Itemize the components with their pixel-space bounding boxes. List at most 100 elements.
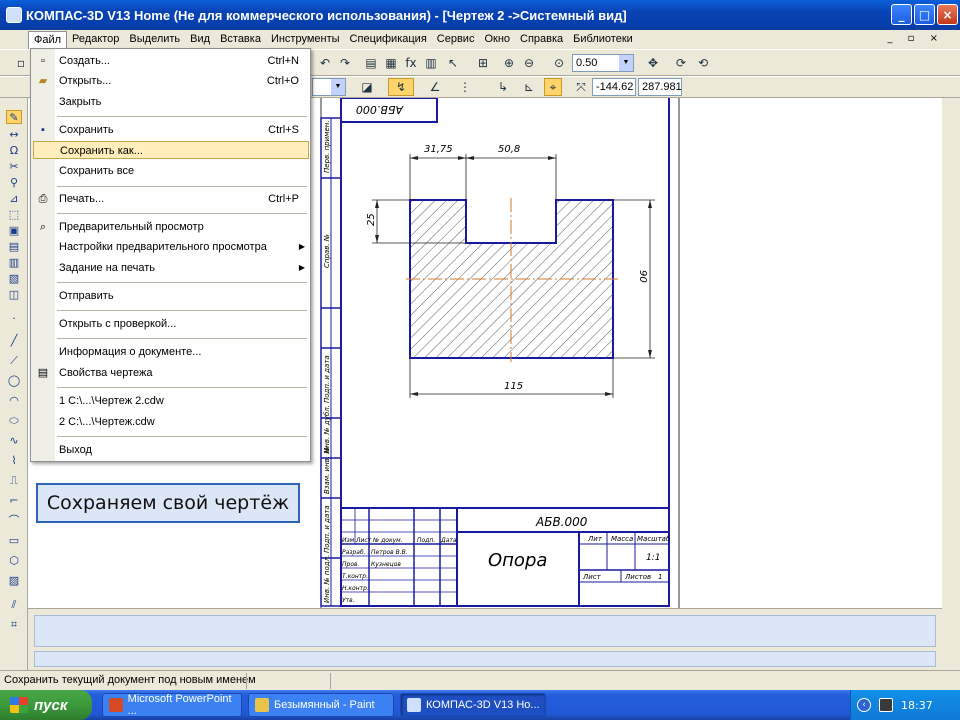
polyline-icon[interactable]: ⌇ — [6, 454, 22, 468]
fx-icon[interactable]: fx — [402, 54, 420, 72]
menu-item-close[interactable]: Закрыть — [33, 93, 309, 111]
insert-panel-icon[interactable]: ▧ — [6, 272, 22, 286]
coord-y-field[interactable]: 287.981 — [638, 78, 682, 96]
close-button[interactable]: × — [937, 4, 958, 25]
rectangle-icon[interactable]: ▭ — [6, 534, 22, 548]
menu-editor[interactable]: Редактор — [67, 31, 124, 48]
zoom-scale-icon[interactable]: ⊙ — [550, 54, 568, 72]
ellipse-icon[interactable]: ⬭ — [6, 414, 22, 428]
undo-icon[interactable]: ↶ — [316, 54, 334, 72]
zoom-window-icon[interactable]: ⊞ — [474, 54, 492, 72]
layer-state-icon[interactable]: ◪ — [358, 78, 376, 96]
minimize-button[interactable]: _ — [891, 4, 912, 25]
menu-specification[interactable]: Спецификация — [345, 31, 432, 48]
menu-help[interactable]: Справка — [515, 31, 568, 48]
dim-50-8: 50,8 — [498, 144, 520, 155]
start-button[interactable]: пуск — [0, 690, 92, 720]
menu-window[interactable]: Окно — [479, 31, 515, 48]
scale-combo[interactable]: 0.50 ▼ — [572, 54, 634, 72]
pan-icon[interactable]: ✥ — [644, 54, 662, 72]
property-panel-area[interactable] — [34, 615, 936, 647]
segment-icon[interactable]: ⟋ — [6, 354, 22, 368]
menu-item-open-check[interactable]: Открыть с проверкой... — [33, 315, 309, 333]
maximize-button[interactable]: □ — [914, 4, 935, 25]
spec-panel-icon[interactable]: ▤ — [6, 240, 22, 254]
menu-item-send[interactable]: Отправить — [33, 287, 309, 305]
mdi-window-controls[interactable]: _ ▫ × — [887, 33, 944, 44]
refresh-icon[interactable]: ⟳ — [672, 54, 690, 72]
menu-libraries[interactable]: Библиотеки — [568, 31, 638, 48]
menu-item-doc-info[interactable]: Информация о документе... — [33, 343, 309, 361]
chevron-down-icon[interactable]: ▼ — [619, 55, 633, 71]
redo-icon[interactable]: ↷ — [336, 54, 354, 72]
chevron-down-icon[interactable]: ▼ — [331, 79, 345, 95]
collect-contour-icon[interactable]: ⌗ — [6, 618, 22, 632]
kompas-app-icon[interactable] — [6, 7, 22, 23]
variables-icon[interactable]: ▥ — [422, 54, 440, 72]
menu-item-print[interactable]: ⎙ Печать... Ctrl+P — [33, 190, 309, 208]
chamfer-icon[interactable]: ⌐ — [6, 494, 22, 508]
layers-icon[interactable]: ▤ — [362, 54, 380, 72]
menu-view[interactable]: Вид — [185, 31, 215, 48]
grid-toggle-icon[interactable]: ⋮ — [456, 78, 474, 96]
point-icon[interactable]: · — [6, 312, 22, 326]
zoom-out-icon[interactable]: ⊖ — [520, 54, 538, 72]
geometry-panel-icon[interactable]: ✎ — [6, 110, 22, 124]
menu-item-exit[interactable]: Выход — [33, 441, 309, 459]
menu-item-print-job[interactable]: Задание на печать ▶ — [33, 259, 309, 277]
task-powerpoint[interactable]: Microsoft PowerPoint ... — [102, 693, 242, 717]
snap-icon[interactable]: ↯ — [388, 78, 414, 96]
menu-item-preview-settings[interactable]: Настройки предварительного просмотра ▶ — [33, 238, 309, 256]
clock[interactable]: 18:37 — [901, 699, 933, 712]
hatch-icon[interactable]: ▨ — [6, 574, 22, 588]
equidistant-icon[interactable]: ⫽ — [6, 598, 22, 612]
tray-expand-icon[interactable]: ‹ — [857, 698, 871, 712]
ortho-mode-icon[interactable]: ⊾ — [520, 78, 538, 96]
select-panel-icon[interactable]: ⬚ — [6, 208, 22, 222]
fillet-icon[interactable]: ⌒ — [6, 514, 22, 528]
menu-item-recent-1[interactable]: 1 C:\...\Чертеж 2.cdw — [33, 392, 309, 410]
new-doc-icon[interactable]: ▫ — [12, 54, 30, 72]
reports-panel-icon[interactable]: ▥ — [6, 256, 22, 270]
measure-panel-icon[interactable]: ⊿ — [6, 192, 22, 206]
local-cs-icon[interactable]: ↳ — [494, 78, 512, 96]
cursor-snap-icon[interactable]: ⌖ — [544, 78, 562, 96]
arc-icon[interactable]: ◠ — [6, 394, 22, 408]
circle-icon[interactable]: ◯ — [6, 374, 22, 388]
line-icon[interactable]: ╱ — [6, 334, 22, 348]
rebuild-icon[interactable]: ⟲ — [694, 54, 712, 72]
task-kompas[interactable]: КОМПАС-3D V13 Но... — [400, 693, 546, 717]
params-panel-icon[interactable]: ⚲ — [6, 176, 22, 190]
menu-tools[interactable]: Инструменты — [266, 31, 345, 48]
coord-x-field[interactable]: -144.62 — [592, 78, 636, 96]
task-paint[interactable]: Безымянный - Paint — [248, 693, 394, 717]
spline-icon[interactable]: ∿ — [6, 434, 22, 448]
help-pointer-icon[interactable]: ↖ — [444, 54, 462, 72]
menu-item-save-all[interactable]: Сохранить все — [33, 162, 309, 180]
menu-item-recent-2[interactable]: 2 C:\...\Чертеж.cdw — [33, 413, 309, 431]
contour-icon[interactable]: ⎍ — [6, 474, 22, 488]
associative-view-icon[interactable]: ▣ — [6, 224, 22, 238]
menu-item-save[interactable]: ▪ Сохранить Ctrl+S — [33, 121, 309, 139]
powerpoint-icon — [109, 698, 123, 712]
edit-panel-icon[interactable]: ✂ — [6, 160, 22, 174]
forms-panel-icon[interactable]: ◫ — [6, 288, 22, 302]
menu-item-save-as[interactable]: Сохранить как... — [33, 141, 309, 159]
style-combo[interactable]: ▼ — [312, 78, 346, 96]
property-panel-tabs[interactable] — [34, 651, 936, 667]
designations-panel-icon[interactable]: Ω — [6, 144, 22, 158]
polygon-icon[interactable]: ⬡ — [6, 554, 22, 568]
menu-insert[interactable]: Вставка — [215, 31, 266, 48]
menu-service[interactable]: Сервис — [432, 31, 480, 48]
menu-file[interactable]: Файл — [28, 30, 68, 49]
menu-item-preview[interactable]: ⌕ Предварительный просмотр — [33, 218, 309, 236]
network-icon[interactable] — [879, 698, 893, 712]
menu-item-open[interactable]: ▰ Открыть... Ctrl+O — [33, 72, 309, 90]
menu-item-drawing-props[interactable]: ▤ Свойства чертежа — [33, 364, 309, 382]
menu-item-create[interactable]: ▫ Создать... Ctrl+N — [33, 52, 309, 70]
dimensions-panel-icon[interactable]: ↔ — [6, 128, 22, 142]
ortho-icon[interactable]: ∠ — [426, 78, 444, 96]
zoom-in-icon[interactable]: ⊕ — [500, 54, 518, 72]
grid-icon[interactable]: ▦ — [382, 54, 400, 72]
menu-select[interactable]: Выделить — [124, 31, 185, 48]
